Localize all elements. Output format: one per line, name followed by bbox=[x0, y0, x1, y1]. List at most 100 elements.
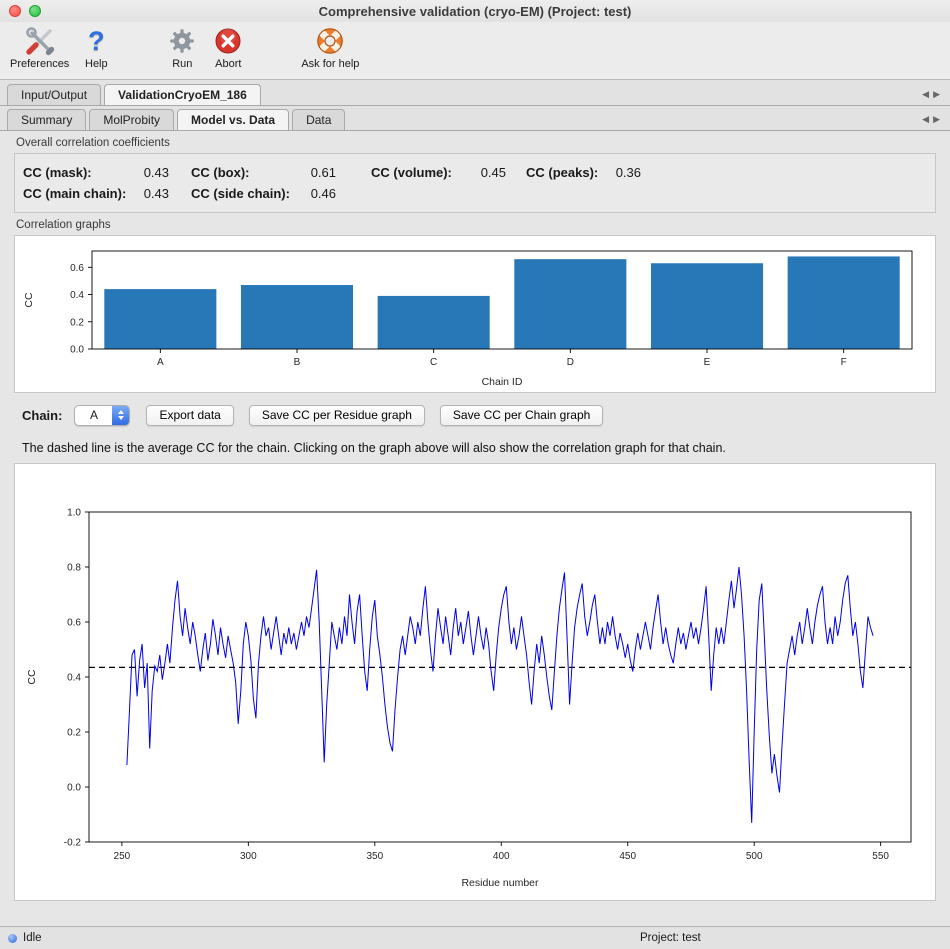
svg-text:0.0: 0.0 bbox=[70, 345, 84, 356]
document-tab-bar: Input/OutputValidationCryoEM_186 ◀▶ bbox=[0, 80, 950, 106]
cc-per-chain-chart-panel[interactable]: 0.0 0.2 0.4 0.6 A B C D E F Chain ID CC bbox=[14, 235, 936, 393]
tab-molprobity[interactable]: MolProbity bbox=[89, 109, 174, 130]
toolbar-item-label: Ask for help bbox=[301, 58, 359, 70]
svg-text:450: 450 bbox=[619, 851, 636, 862]
svg-text:400: 400 bbox=[493, 851, 510, 862]
cc-stat: CC (peaks): 0.36 bbox=[526, 165, 641, 180]
svg-text:550: 550 bbox=[872, 851, 889, 862]
ask-for-help-icon bbox=[315, 25, 345, 57]
tab-scroll-right-icon[interactable]: ▶ bbox=[933, 114, 944, 124]
svg-text:350: 350 bbox=[366, 851, 383, 862]
cc-row: CC (mask): 0.43 CC (box): 0.61 CC (volume): 0… bbox=[23, 165, 935, 180]
svg-text:D: D bbox=[567, 357, 574, 368]
svg-text:0.6: 0.6 bbox=[67, 618, 81, 629]
svg-text:0.4: 0.4 bbox=[67, 673, 81, 684]
cc-stat-label: CC (mask): bbox=[23, 165, 92, 180]
svg-text:1.0: 1.0 bbox=[67, 508, 81, 519]
svg-text:E: E bbox=[704, 357, 711, 368]
svg-text:0.8: 0.8 bbox=[67, 563, 81, 574]
svg-text:-0.2: -0.2 bbox=[64, 838, 82, 849]
cc-stat-label: CC (side chain): bbox=[191, 186, 290, 201]
dashed-line-help-text: The dashed line is the average CC for th… bbox=[22, 441, 936, 455]
cc-per-chain-bar-chart[interactable]: 0.0 0.2 0.4 0.6 A B C D E F Chain ID CC bbox=[16, 237, 934, 391]
help-icon: ? bbox=[88, 25, 105, 57]
status-bar: Idle Project: test bbox=[0, 926, 950, 949]
chain-controls: Chain: A Export data Save CC per Residue… bbox=[22, 404, 936, 426]
section-tab-bar: SummaryMolProbityModel vs. DataData ◀▶ bbox=[0, 106, 950, 131]
svg-text:0.4: 0.4 bbox=[70, 290, 84, 301]
tab-scroll-left-icon[interactable]: ◀ bbox=[922, 114, 933, 124]
cc-stat: CC (mask): 0.43 bbox=[23, 165, 169, 180]
cc-stat: CC (main chain): 0.43 bbox=[23, 186, 169, 201]
overall-cc-groupbox: CC (mask): 0.43 CC (box): 0.61 CC (volume): 0… bbox=[14, 153, 936, 213]
svg-text:0.2: 0.2 bbox=[70, 317, 84, 328]
cc-stat: CC (volume): 0.45 bbox=[371, 165, 506, 180]
cc-stat-value: 0.43 bbox=[144, 186, 169, 201]
svg-text:F: F bbox=[841, 357, 847, 368]
tab-data[interactable]: Data bbox=[292, 109, 345, 130]
tab-model-vs-data[interactable]: Model vs. Data bbox=[177, 109, 289, 130]
svg-text:C: C bbox=[430, 357, 437, 368]
cc-stat: CC (side chain): 0.46 bbox=[191, 186, 336, 201]
run-button[interactable]: Run bbox=[159, 24, 205, 71]
svg-text:500: 500 bbox=[746, 851, 763, 862]
ask-for-help-button[interactable]: Ask for help bbox=[297, 24, 363, 71]
cc-stat: CC (box): 0.61 bbox=[191, 165, 336, 180]
svg-text:0.6: 0.6 bbox=[70, 263, 84, 274]
cc-stat-value: 0.61 bbox=[311, 165, 336, 180]
preferences-icon bbox=[24, 25, 56, 57]
help-button[interactable]: ?Help bbox=[73, 24, 119, 71]
svg-text:A: A bbox=[157, 357, 164, 368]
svg-text:B: B bbox=[294, 357, 301, 368]
cc-stat-value: 0.43 bbox=[144, 165, 169, 180]
svg-text:0.0: 0.0 bbox=[67, 783, 81, 794]
chain-label: Chain: bbox=[22, 408, 62, 423]
cc-stat-value: 0.36 bbox=[616, 165, 641, 180]
window-controls bbox=[9, 5, 41, 17]
save-cc-per-chain-button[interactable]: Save CC per Chain graph bbox=[440, 405, 603, 426]
cc-row: CC (main chain): 0.43 CC (side chain): 0.46 bbox=[23, 186, 935, 201]
tab-scroll-arrows[interactable]: ◀▶ bbox=[922, 89, 944, 100]
status-indicator-icon bbox=[8, 934, 17, 943]
abort-icon bbox=[214, 25, 242, 57]
tab-validationcryoem-186[interactable]: ValidationCryoEM_186 bbox=[104, 84, 261, 105]
tab-summary[interactable]: Summary bbox=[7, 109, 86, 130]
toolbar-item-label: Run bbox=[172, 58, 192, 70]
cc-per-residue-chart-panel: 250 300 350 400 450 500 550 -0.2 0.0 0.2 0.4 0.6 0.8… bbox=[14, 463, 936, 901]
abort-button[interactable]: Abort bbox=[205, 24, 251, 71]
save-cc-per-residue-button[interactable]: Save CC per Residue graph bbox=[249, 405, 425, 426]
cc-stat-value: 0.45 bbox=[481, 165, 506, 180]
cc-stat-label: CC (volume): bbox=[371, 165, 452, 180]
cc-per-residue-line-chart: 250 300 350 400 450 500 550 -0.2 0.0 0.2 0.4 0.6 0.8… bbox=[15, 464, 935, 900]
svg-text:250: 250 bbox=[114, 851, 131, 862]
svg-text:CC: CC bbox=[23, 292, 35, 308]
svg-text:Chain ID: Chain ID bbox=[482, 376, 523, 388]
tab-scroll-arrows[interactable]: ◀▶ bbox=[922, 114, 944, 125]
svg-text:Residue number: Residue number bbox=[461, 877, 539, 889]
correlation-graphs-section-title: Correlation graphs bbox=[16, 219, 950, 233]
project-label: Project: test bbox=[640, 932, 701, 944]
svg-text:CC: CC bbox=[26, 669, 38, 685]
chain-select[interactable]: A bbox=[74, 405, 130, 426]
toolbar: Preferences?Help Run Abort Ask bbox=[0, 22, 950, 80]
toolbar-item-label: Abort bbox=[215, 58, 241, 70]
tab-scroll-left-icon[interactable]: ◀ bbox=[922, 89, 933, 99]
zoom-button[interactable] bbox=[29, 5, 41, 17]
svg-text:300: 300 bbox=[240, 851, 257, 862]
close-button[interactable] bbox=[9, 5, 21, 17]
chain-select-stepper-icon[interactable] bbox=[112, 406, 129, 425]
overall-cc-section-title: Overall correlation coefficients bbox=[16, 137, 950, 151]
chain-select-value: A bbox=[75, 406, 112, 425]
window-title: Comprehensive validation (cryo-EM) (Proj… bbox=[319, 4, 632, 19]
status-text: Idle bbox=[23, 932, 42, 944]
preferences-button[interactable]: Preferences bbox=[6, 24, 73, 71]
tab-scroll-right-icon[interactable]: ▶ bbox=[933, 89, 944, 99]
toolbar-item-label: Help bbox=[85, 58, 108, 70]
cc-stat-label: CC (peaks): bbox=[526, 165, 598, 180]
tab-input-output[interactable]: Input/Output bbox=[7, 84, 101, 105]
export-data-button[interactable]: Export data bbox=[146, 405, 233, 426]
cc-stat-label: CC (box): bbox=[191, 165, 250, 180]
cc-stat-label: CC (main chain): bbox=[23, 186, 126, 201]
cc-stat-value: 0.46 bbox=[311, 186, 336, 201]
svg-text:0.2: 0.2 bbox=[67, 728, 81, 739]
